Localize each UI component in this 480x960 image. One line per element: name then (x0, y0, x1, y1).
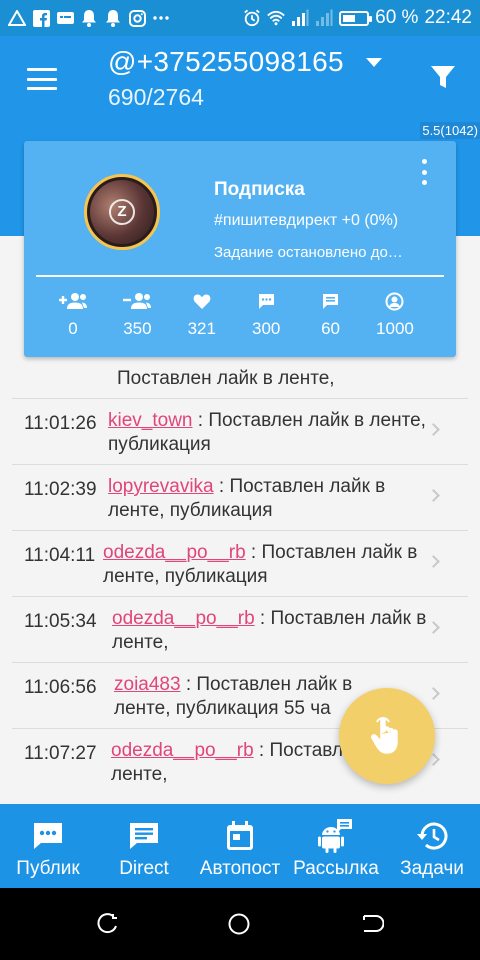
nav-label: Direct (119, 858, 169, 879)
facebook-icon (32, 9, 50, 27)
stat-value: 350 (123, 319, 152, 338)
log-partial-row: Поставлен лайк в ленте, (117, 368, 335, 389)
unfollow-icon (122, 291, 152, 311)
bottom-navigation: Публик Direct Автопост Рассылка Задачи (0, 804, 480, 888)
alarm-icon (243, 9, 261, 27)
stat-stories: 1000 (364, 291, 426, 339)
log-time: 11:07:27 (24, 743, 97, 764)
battery-percent: 60 % (375, 7, 419, 28)
nav-label: Публик (16, 858, 80, 879)
task-card[interactable]: Z Подписка #пишитевдирект +0 (0%) Задани… (24, 141, 456, 357)
log-text: odezda__po__rb : Поставлен лайк в ленте,… (103, 541, 432, 589)
username-link[interactable]: odezda__po__rb (103, 542, 246, 563)
version-label: 5.5(1042) (420, 122, 480, 139)
account-counter: 690/2764 (108, 84, 204, 110)
chevron-down-icon[interactable] (366, 58, 382, 67)
dots-icon (152, 9, 170, 27)
menu-icon[interactable] (27, 68, 57, 90)
card-divider (36, 275, 444, 277)
more-vert-icon[interactable] (420, 159, 428, 185)
log-time: 11:01:26 (24, 413, 97, 434)
history-icon (416, 816, 448, 856)
log-row[interactable]: 11:04:11 odezda__po__rb : Поставлен лайк… (12, 530, 468, 596)
log-time: 11:04:11 (24, 545, 96, 566)
calendar-icon (225, 816, 255, 856)
signal-icon (315, 9, 333, 27)
status-bar: 60 % 22:42 (0, 0, 480, 36)
username-link[interactable]: kiev_town (108, 410, 193, 431)
nav-label: Задачи (400, 858, 464, 879)
nav-label: Автопост (199, 858, 281, 879)
stat-comments: 300 (235, 291, 297, 339)
recent-apps-icon[interactable] (96, 913, 118, 935)
instagram-icon (128, 9, 146, 27)
home-icon[interactable] (228, 913, 250, 935)
log-text: kiev_town : Поставлен лайк в ленте, публ… (108, 409, 432, 457)
filter-icon[interactable] (430, 64, 456, 95)
nav-mailing[interactable]: Рассылка (288, 804, 384, 888)
log-time: 11:05:34 (24, 611, 97, 632)
back-icon[interactable] (362, 913, 385, 935)
heart-icon (193, 291, 211, 311)
avatar: Z (84, 174, 160, 250)
nav-tasks[interactable]: Задачи (384, 804, 480, 888)
account-selector[interactable]: @+375255098165 (108, 46, 344, 78)
log-row[interactable]: 11:05:34 odezda__po__rb : Поставлен лайк… (12, 596, 468, 662)
nav-public[interactable]: Публик (0, 804, 96, 888)
log-text: lopyrevavika : Поставлен лайк в ленте, п… (108, 475, 432, 523)
app-bar: @+375255098165 690/2764 (0, 36, 480, 120)
wifi-icon (267, 9, 285, 27)
comment-icon (258, 291, 275, 311)
stat-likes: 321 (171, 291, 233, 339)
stats-row: 0 350 321 300 60 1000 (42, 291, 426, 339)
stat-value: 1000 (376, 319, 414, 338)
message-icon (56, 9, 74, 27)
task-title: Подписка (214, 179, 305, 200)
stat-follow: 0 (42, 291, 104, 339)
stat-value: 300 (251, 319, 281, 338)
bell-icon (80, 9, 98, 27)
bell-icon (104, 9, 122, 27)
stat-value: 0 (68, 319, 78, 338)
stat-messages: 60 (300, 291, 362, 339)
clock: 22:42 (424, 7, 472, 28)
stat-value: 321 (187, 319, 216, 338)
task-status: Задание остановлено до… (214, 244, 403, 261)
nav-direct[interactable]: Direct (96, 804, 192, 888)
log-text: odezda__po__rb : Поставлен лайк в ленте, (112, 607, 432, 655)
log-time: 11:02:39 (24, 479, 97, 500)
username-link[interactable]: lopyrevavika (108, 476, 214, 497)
avatar-letter: Z (109, 199, 135, 225)
chat-icon (32, 816, 64, 856)
username-link[interactable]: odezda__po__rb (112, 608, 255, 629)
signal-icon (291, 9, 309, 27)
system-navigation-bar (0, 888, 480, 960)
log-time: 11:06:56 (24, 677, 97, 698)
android-icon (318, 816, 354, 856)
battery-icon (339, 10, 373, 26)
chevron-right-icon[interactable] (427, 687, 440, 700)
touch-fab-button[interactable] (339, 688, 435, 784)
message-icon (322, 291, 339, 311)
username-link[interactable]: odezda__po__rb (111, 740, 254, 761)
task-tag: #пишитевдирект +0 (0%) (214, 212, 399, 229)
stat-value: 60 (321, 319, 341, 338)
log-row[interactable]: 11:01:26 kiev_town : Поставлен лайк в ле… (12, 398, 468, 464)
username-link[interactable]: zoia483 (114, 674, 181, 695)
nav-label: Рассылка (293, 858, 379, 879)
direct-icon (128, 816, 160, 856)
stat-unfollow: 350 (106, 291, 168, 339)
nav-autopost[interactable]: Автопост (192, 804, 288, 888)
log-row[interactable]: 11:02:39 lopyrevavika : Поставлен лайк в… (12, 464, 468, 530)
follow-icon (58, 291, 88, 311)
touch-hand-icon (369, 712, 405, 761)
alert-triangle-icon (8, 9, 26, 27)
stories-icon (385, 291, 404, 311)
